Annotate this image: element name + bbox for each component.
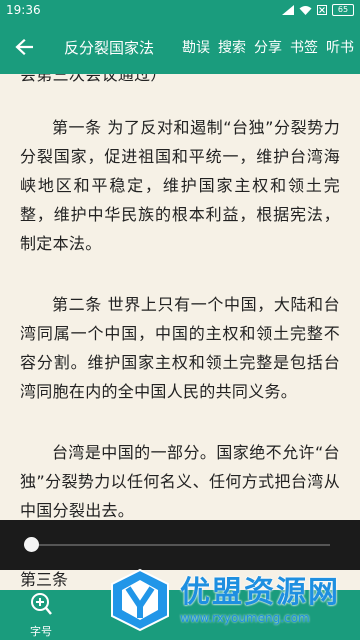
status-time: 19:36 — [6, 3, 41, 17]
search-button[interactable]: 搜索 — [218, 37, 246, 57]
arrow-left-icon — [15, 39, 33, 55]
next-paragraph-peek: 第三条 — [20, 570, 69, 589]
bottom-toolbar: 字号 — [0, 590, 360, 640]
appbar-actions: 勘误 搜索 分享 书签 听书 — [182, 37, 360, 57]
font-size-button[interactable]: 字号 — [16, 592, 66, 639]
progress-thumb[interactable] — [24, 537, 39, 552]
wifi-icon — [299, 6, 312, 15]
signal-icon — [282, 5, 294, 15]
font-size-label: 字号 — [30, 625, 52, 638]
bookmark-button[interactable]: 书签 — [290, 37, 318, 57]
correction-button[interactable]: 勘误 — [182, 37, 210, 57]
status-icons: 65 — [282, 4, 354, 16]
zoom-icon — [31, 593, 52, 615]
listen-button[interactable]: 听书 — [326, 37, 354, 57]
paragraph-article-2: 第二条 世界上只有一个中国，大陆和台湾同属一个中国，中国的主权和领土完整不容分割… — [20, 295, 340, 401]
back-button[interactable] — [0, 20, 48, 74]
paragraph-article-1: 第一条 为了反对和遏制“台独”分裂势力分裂国家，促进祖国和平统一，维护台湾海峡地… — [20, 118, 340, 253]
close-box-icon — [317, 5, 327, 15]
page-title: 反分裂国家法 — [64, 38, 155, 57]
paragraph-taiwan: 台湾是中国的一部分。国家绝不允许“台独”分裂势力以任何名义、任何方式把台湾从中国… — [20, 443, 340, 520]
share-button[interactable]: 分享 — [254, 37, 282, 57]
reading-progress-panel — [0, 520, 360, 570]
status-bar: 19:36 65 — [0, 0, 360, 20]
truncated-line: 会第三次会议通过） — [20, 74, 167, 84]
battery-icon: 65 — [332, 4, 354, 16]
reading-content[interactable]: 会第三次会议通过） 第一条 为了反对和遏制“台独”分裂势力分裂国家，促进祖国和平… — [0, 74, 360, 530]
progress-track[interactable] — [24, 544, 330, 546]
app-bar: 反分裂国家法 勘误 搜索 分享 书签 听书 — [0, 20, 360, 74]
